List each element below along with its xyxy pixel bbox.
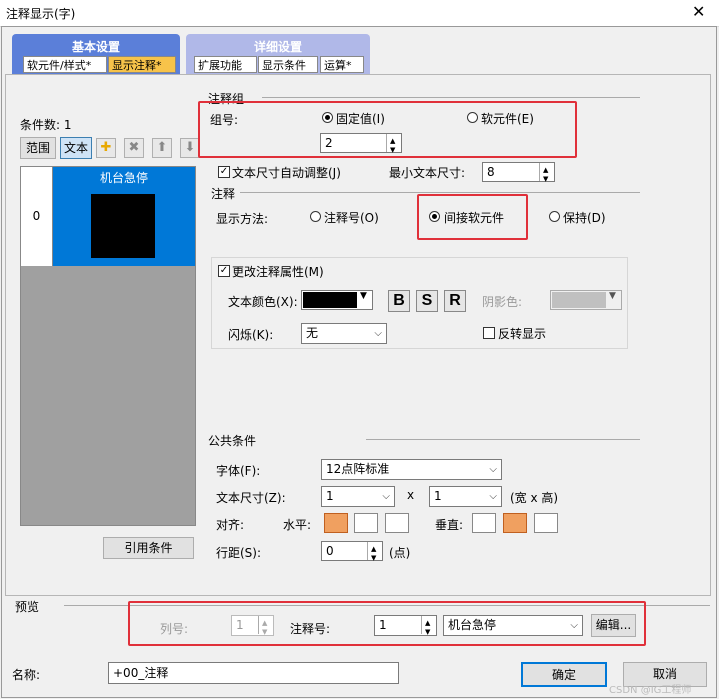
watermark: CSDN @IG工程师 (609, 685, 692, 696)
change-attr-label: 更改注释属性(M) (232, 265, 324, 279)
chevron-down-icon[interactable]: ▼ (360, 291, 367, 301)
hold-radio[interactable] (549, 211, 560, 222)
min-size-spinner[interactable]: ▲ ▼ (539, 163, 554, 183)
min-size-label: 最小文本尺寸: (389, 166, 466, 180)
highlight-indirect (417, 194, 528, 240)
list-item-selected[interactable]: 机台急停 (53, 167, 195, 266)
reverse-label: 反转显示 (498, 327, 547, 341)
name-value: +00_注释 (113, 666, 169, 680)
comment-no-option-label: 注释号(O) (324, 211, 379, 225)
add-icon[interactable]: ✚ (96, 138, 116, 158)
ok-button[interactable]: 确定 (521, 662, 607, 687)
tab-display-condition[interactable]: 显示条件 (258, 56, 318, 73)
tab-group-basic-title: 基本设置 (71, 40, 120, 54)
raised-button[interactable]: R (444, 290, 466, 312)
close-icon[interactable]: ✕ (692, 2, 705, 21)
tab-extended[interactable]: 扩展功能 (194, 56, 257, 73)
chevron-down-icon[interactable]: ⌵ (382, 487, 390, 506)
text-color-swatch (303, 292, 357, 308)
min-size-input[interactable]: 8 ▲ ▼ (482, 162, 555, 183)
chevron-down-icon[interactable]: ▼ (609, 291, 616, 301)
align-label: 对齐: (216, 518, 245, 532)
range-button[interactable]: 范围 (20, 137, 56, 159)
text-width-value: 1 (326, 489, 334, 503)
tab-group-detail-title: 详细设置 (253, 40, 302, 54)
align-middle-icon[interactable] (503, 513, 527, 533)
title-bar: 注释显示(字) ✕ (0, 0, 719, 27)
chevron-down-icon[interactable]: ⌵ (374, 324, 382, 343)
name-input[interactable]: +00_注释 (108, 662, 399, 684)
common-section-label: 公共条件 (208, 434, 257, 448)
text-color-picker[interactable]: ▼ (301, 290, 373, 310)
tab-display-comment[interactable]: 显示注释* (108, 56, 176, 73)
line-spacing-value: 0 (326, 544, 334, 558)
text-width-select[interactable]: 1 ⌵ (321, 486, 395, 507)
vertical-label: 垂直: (435, 518, 464, 532)
text-color-label: 文本颜色(X): (228, 295, 298, 309)
hold-label: 保持(D) (563, 211, 606, 225)
shadow-color-label: 阴影色: (482, 295, 523, 309)
text-height-select[interactable]: 1 ⌵ (429, 486, 502, 507)
move-down-icon[interactable]: ⬇ (180, 138, 200, 158)
blink-label: 闪烁(K): (228, 328, 274, 342)
comment-no-radio[interactable] (310, 211, 321, 222)
reverse-checkbox[interactable] (483, 327, 495, 339)
blink-select[interactable]: 无 ⌵ (301, 323, 387, 344)
preview-section-label: 预览 (15, 600, 40, 614)
font-select[interactable]: 12点阵标准 ⌵ (321, 459, 502, 480)
section-divider (366, 439, 640, 440)
size-unit-label: (宽 x 高) (510, 491, 559, 505)
text-height-value: 1 (434, 489, 442, 503)
section-divider (262, 97, 640, 98)
section-divider (240, 192, 640, 193)
align-top-icon[interactable] (472, 513, 496, 533)
align-center-icon[interactable] (354, 513, 378, 533)
tab-device-style[interactable]: 软元件/样式* (23, 56, 107, 73)
align-right-icon[interactable] (385, 513, 409, 533)
shadow-style-button[interactable]: S (416, 290, 438, 312)
cite-condition-button[interactable]: 引用条件 (103, 537, 194, 559)
line-spacing-label: 行距(S): (216, 546, 262, 560)
shadow-color-picker[interactable]: ▼ (550, 290, 622, 310)
tab-operation[interactable]: 运算* (320, 56, 364, 73)
chevron-down-icon[interactable]: ⌵ (489, 460, 497, 479)
chevron-down-icon[interactable]: ⌵ (489, 487, 497, 506)
min-size-value: 8 (487, 165, 495, 179)
list-item-label: 机台急停 (99, 171, 148, 185)
highlight-preview (128, 601, 646, 646)
auto-adjust-checkbox[interactable]: ✓ (218, 166, 230, 178)
line-spacing-spinner[interactable]: ▲ ▼ (367, 542, 382, 562)
delete-icon[interactable]: ✖ (124, 138, 144, 158)
align-left-icon[interactable] (324, 513, 348, 533)
bold-button[interactable]: B (388, 290, 410, 312)
move-up-icon[interactable]: ⬆ (152, 138, 172, 158)
list-row-index: 0 (21, 167, 53, 266)
shadow-color-swatch (552, 292, 606, 308)
line-spacing-input[interactable]: 0 ▲ ▼ (321, 541, 383, 562)
times-sign: x (407, 488, 415, 502)
font-value: 12点阵标准 (326, 462, 390, 476)
line-spacing-unit: (点) (389, 546, 411, 560)
change-attr-checkbox[interactable]: ✓ (218, 265, 230, 277)
name-label: 名称: (12, 668, 41, 682)
list-item-preview (91, 194, 155, 258)
spin-down-icon[interactable]: ▼ (371, 549, 376, 567)
highlight-group-no (198, 101, 577, 158)
display-method-label: 显示方法: (216, 212, 269, 226)
spin-down-icon[interactable]: ▼ (543, 170, 548, 188)
font-label: 字体(F): (216, 464, 261, 478)
align-bottom-icon[interactable] (534, 513, 558, 533)
comment-section-label: 注释 (211, 187, 236, 201)
blink-value: 无 (306, 326, 319, 340)
window-title: 注释显示(字) (6, 7, 76, 21)
condition-count-label: 条件数: 1 (20, 118, 72, 132)
horizontal-label: 水平: (283, 518, 312, 532)
text-button[interactable]: 文本 (60, 137, 92, 159)
auto-adjust-label: 文本尺寸自动调整(J) (232, 166, 341, 180)
text-size-label: 文本尺寸(Z): (216, 491, 286, 505)
